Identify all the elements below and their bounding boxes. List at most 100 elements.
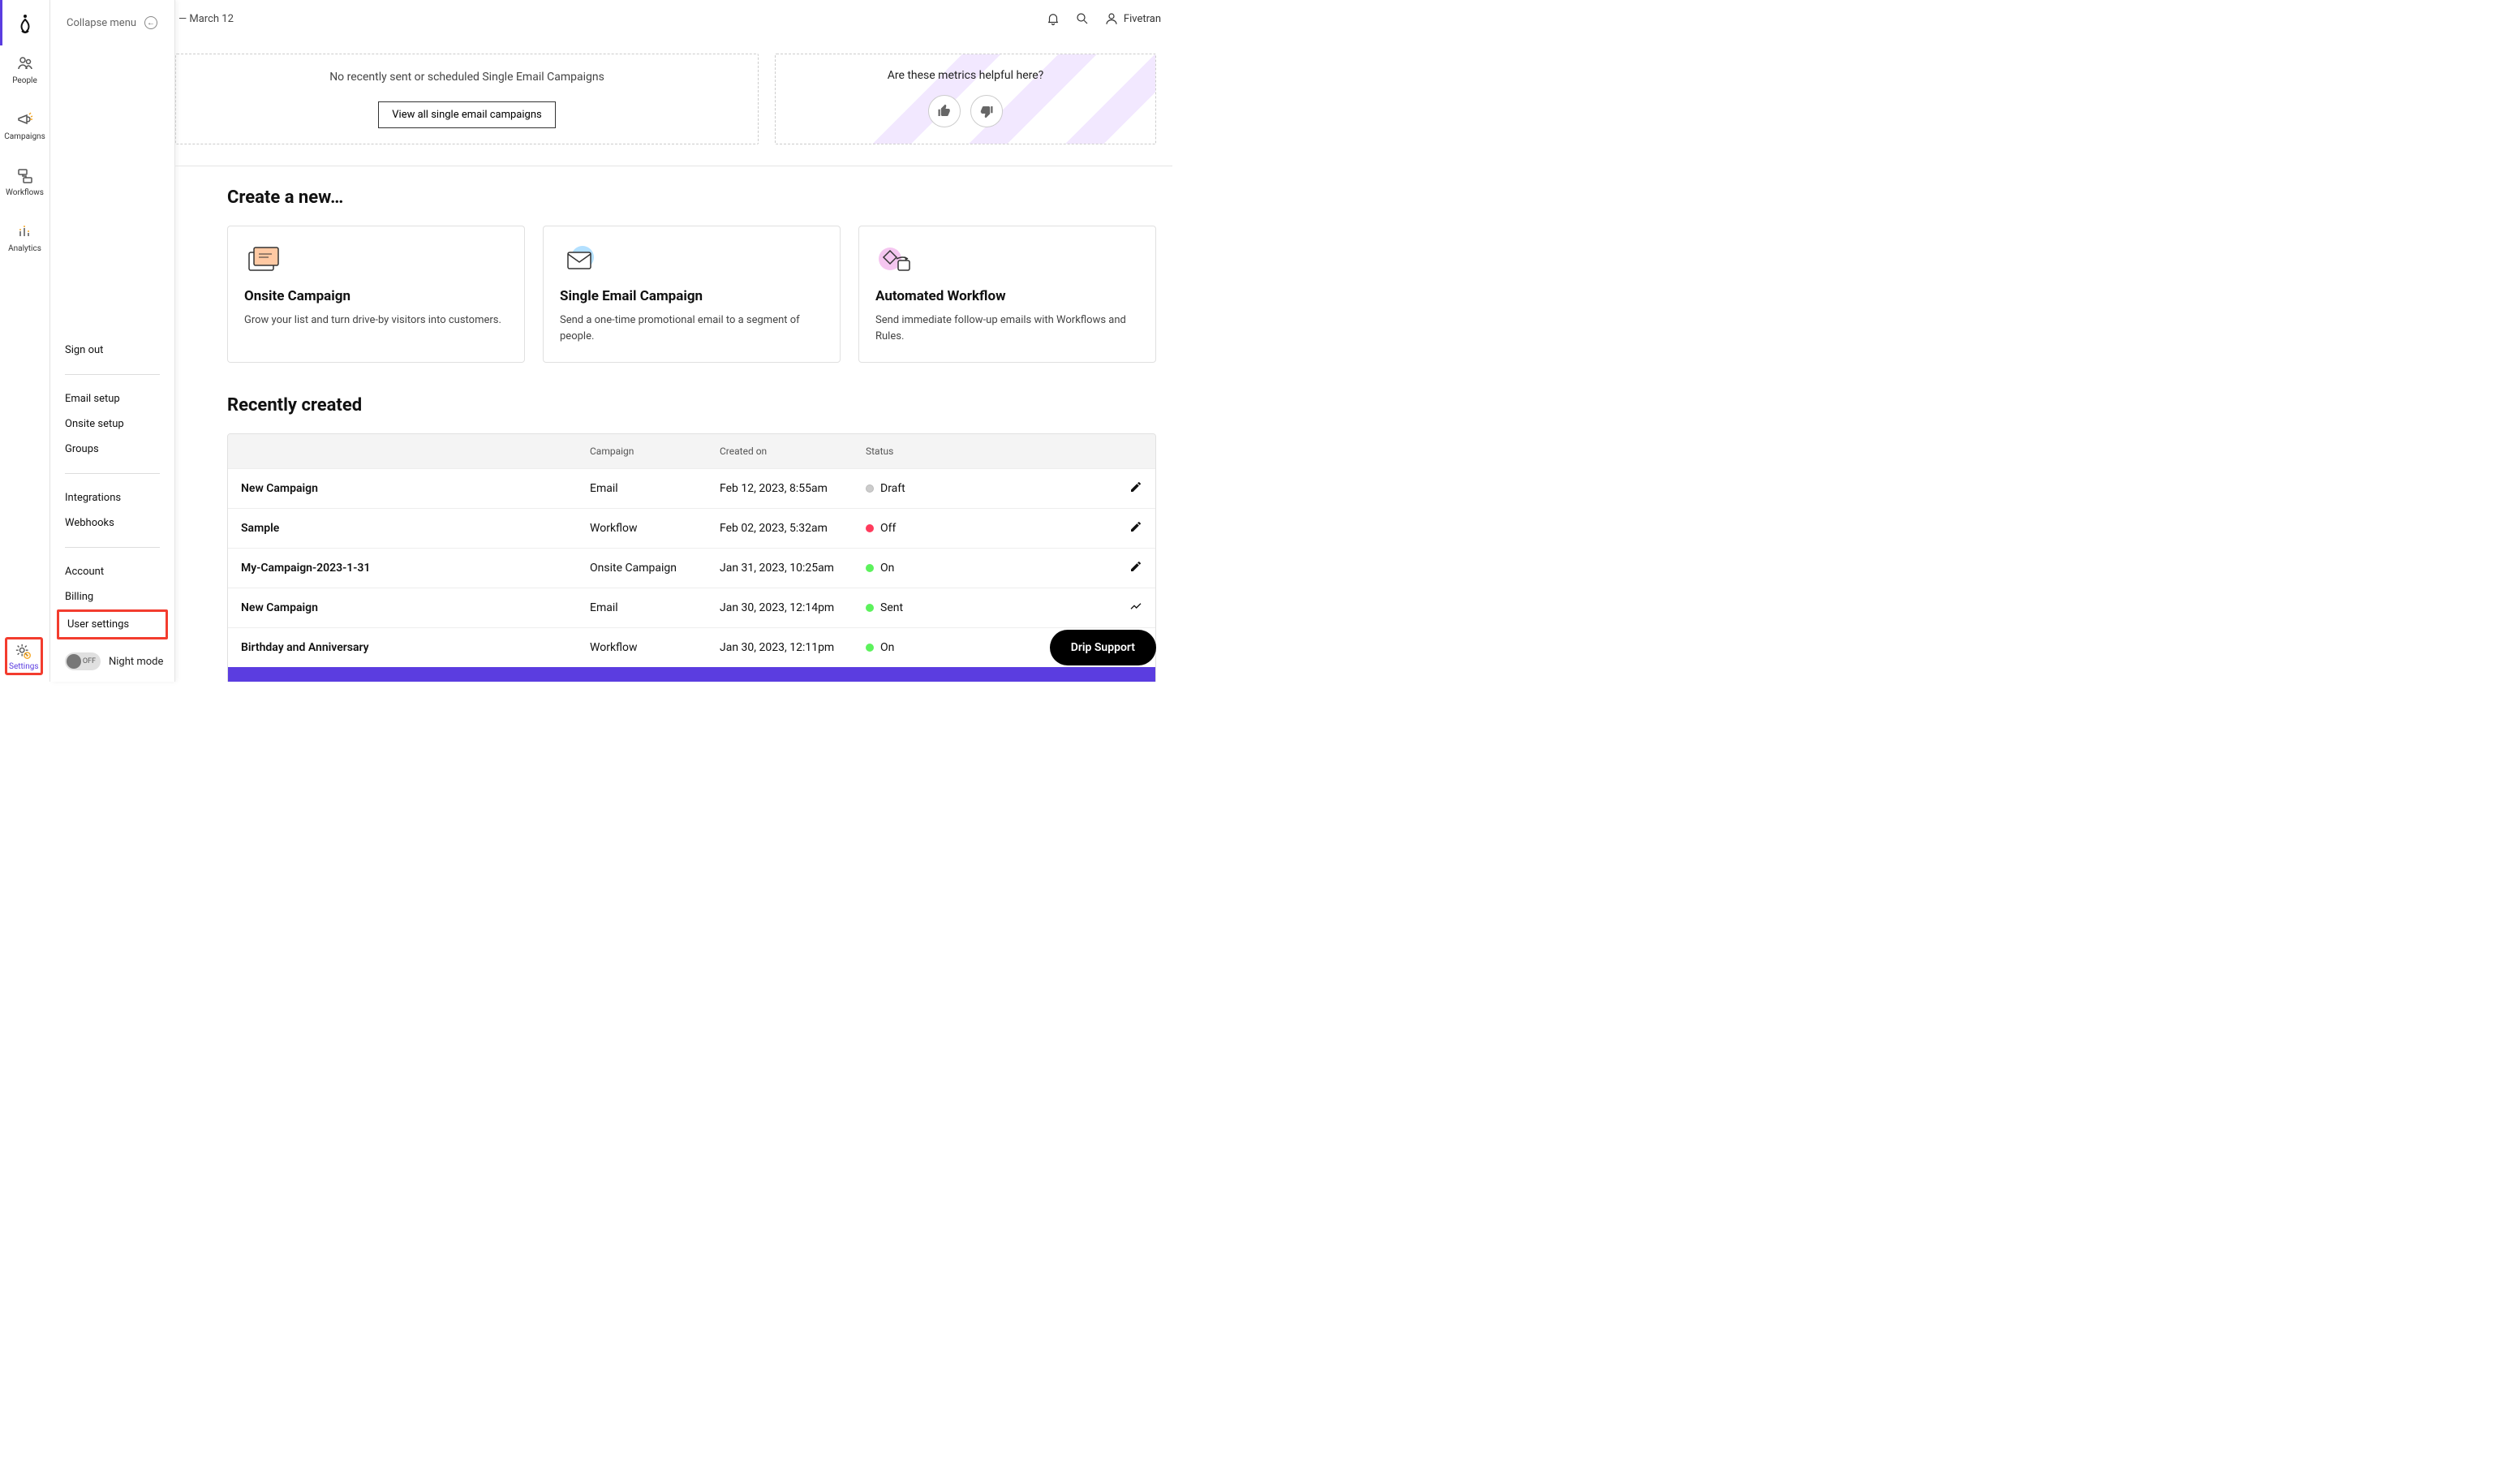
row-status: On	[853, 550, 950, 586]
row-name: New Campaign	[228, 471, 577, 506]
divider	[65, 374, 160, 375]
collapse-label: Collapse menu	[67, 17, 136, 29]
onsite-campaign-icon	[244, 244, 285, 277]
create-onsite-campaign-card[interactable]: Onsite Campaign Grow your list and turn …	[227, 226, 525, 363]
recent-table: Campaign Created on Status New CampaignE…	[227, 433, 1156, 682]
card-desc: Send a one-time promotional email to a s…	[560, 312, 824, 344]
row-status: On	[853, 630, 950, 665]
empty-campaigns-box: No recently sent or scheduled Single Ema…	[175, 54, 759, 144]
billing-link[interactable]: Billing	[65, 584, 160, 609]
card-title: Onsite Campaign	[244, 288, 508, 304]
status-dot	[866, 644, 874, 652]
row-action	[1107, 469, 1155, 508]
row-name: Birthday and Anniversary	[228, 630, 577, 665]
card-title: Single Email Campaign	[560, 288, 824, 304]
metrics-feedback-box: Are these metrics helpful here?	[775, 54, 1156, 144]
row-date: Jan 30, 2023, 12:11pm	[707, 630, 853, 665]
status-dot	[866, 484, 874, 493]
account-link[interactable]: Account	[65, 559, 160, 584]
card-desc: Send immediate follow-up emails with Wor…	[875, 312, 1139, 344]
divider	[65, 547, 160, 548]
create-workflow-card[interactable]: Automated Workflow Send immediate follow…	[858, 226, 1156, 363]
integrations-link[interactable]: Integrations	[65, 485, 160, 510]
left-nav: People Campaigns Workflows Analytics Set…	[0, 0, 50, 682]
nav-label: People	[12, 76, 37, 85]
view-all-campaigns-button[interactable]: View all single email campaigns	[378, 101, 555, 128]
workflow-icon	[875, 244, 916, 277]
card-title: Automated Workflow	[875, 288, 1139, 304]
table-row[interactable]: Birthday and AnniversaryWorkflowJan 30, …	[228, 627, 1155, 667]
user-settings-label: User settings	[67, 618, 129, 631]
row-status: Draft	[853, 471, 950, 506]
nav-workflows[interactable]: Workflows	[0, 162, 49, 200]
card-desc: Grow your list and turn drive-by visitor…	[244, 312, 508, 329]
chart-icon[interactable]	[1129, 600, 1142, 613]
row-date: Feb 12, 2023, 8:55am	[707, 471, 853, 506]
table-row[interactable]: New CampaignEmailJan 30, 2023, 12:14pmSe…	[228, 588, 1155, 627]
groups-link[interactable]: Groups	[65, 437, 160, 462]
row-name: New Campaign	[228, 590, 577, 626]
row-action	[1107, 549, 1155, 588]
user-settings-link-highlighted[interactable]: User settings	[57, 609, 168, 639]
drip-support-button[interactable]: Drip Support	[1050, 630, 1156, 665]
row-action	[1107, 588, 1155, 627]
status-dot	[866, 604, 874, 612]
table-row[interactable]: New CampaignEmailFeb 12, 2023, 8:55amDra…	[228, 468, 1155, 508]
row-type: Email	[577, 590, 707, 626]
nav-campaigns[interactable]: Campaigns	[0, 106, 49, 144]
feedback-question: Are these metrics helpful here?	[888, 69, 1044, 82]
empty-message: No recently sent or scheduled Single Ema…	[329, 71, 604, 84]
drip-logo	[15, 13, 35, 36]
nav-people[interactable]: People	[0, 50, 49, 88]
edit-icon[interactable]	[1129, 520, 1142, 533]
arrow-left-circle-icon: ←	[144, 16, 157, 29]
create-single-email-card[interactable]: Single Email Campaign Send a one-time pr…	[543, 226, 841, 363]
create-heading: Create a new…	[227, 187, 1156, 208]
toggle-knob	[67, 654, 81, 669]
webhooks-link[interactable]: Webhooks	[65, 510, 160, 536]
single-email-icon	[560, 244, 600, 277]
row-status: Off	[853, 510, 950, 546]
onsite-setup-link[interactable]: Onsite setup	[65, 411, 160, 437]
row-name: Sample	[228, 510, 577, 546]
collapse-menu-button[interactable]: Collapse menu ←	[50, 16, 174, 29]
thumbs-up-button[interactable]	[928, 95, 961, 127]
inspiration-banner: Need inspiration? Try out one or all of …	[228, 667, 1155, 682]
nav-label: Campaigns	[4, 132, 45, 141]
edit-icon[interactable]	[1129, 480, 1142, 493]
table-row[interactable]: My-Campaign-2023-1-31Onsite CampaignJan …	[228, 548, 1155, 588]
settings-panel: Collapse menu ← Sign out Email setup Ons…	[50, 0, 175, 682]
table-row[interactable]: SampleWorkflowFeb 02, 2023, 5:32amOff	[228, 508, 1155, 548]
email-setup-link[interactable]: Email setup	[65, 386, 160, 411]
toggle-off-label: OFF	[83, 657, 96, 665]
divider	[65, 473, 160, 474]
row-action	[1107, 509, 1155, 548]
row-date: Jan 31, 2023, 10:25am	[707, 550, 853, 586]
status-dot	[866, 564, 874, 572]
row-type: Onsite Campaign	[577, 550, 707, 586]
status-dot	[866, 524, 874, 532]
row-date: Jan 30, 2023, 12:14pm	[707, 590, 853, 626]
nav-analytics[interactable]: Analytics	[0, 218, 49, 256]
nav-settings-highlighted[interactable]: Settings	[5, 637, 43, 675]
col-created: Created on	[707, 434, 853, 468]
col-campaign: Campaign	[577, 434, 707, 468]
nav-label: Analytics	[8, 244, 41, 253]
main-content: No recently sent or scheduled Single Ema…	[175, 0, 1172, 682]
row-type: Email	[577, 471, 707, 506]
sign-out-link[interactable]: Sign out	[65, 338, 160, 363]
table-header: Campaign Created on Status	[228, 434, 1155, 468]
recent-heading: Recently created	[227, 395, 1156, 416]
row-name: My-Campaign-2023-1-31	[228, 550, 577, 586]
edit-icon[interactable]	[1129, 560, 1142, 573]
row-type: Workflow	[577, 630, 707, 665]
nav-label: Settings	[9, 662, 39, 671]
night-mode-toggle[interactable]: OFF	[65, 652, 101, 670]
col-status: Status	[853, 434, 950, 468]
nav-label: Workflows	[6, 188, 44, 197]
thumbs-down-button[interactable]	[970, 95, 1003, 127]
thumbs-up-icon	[937, 104, 952, 118]
row-date: Feb 02, 2023, 5:32am	[707, 510, 853, 546]
row-status: Sent	[853, 590, 950, 626]
row-type: Workflow	[577, 510, 707, 546]
